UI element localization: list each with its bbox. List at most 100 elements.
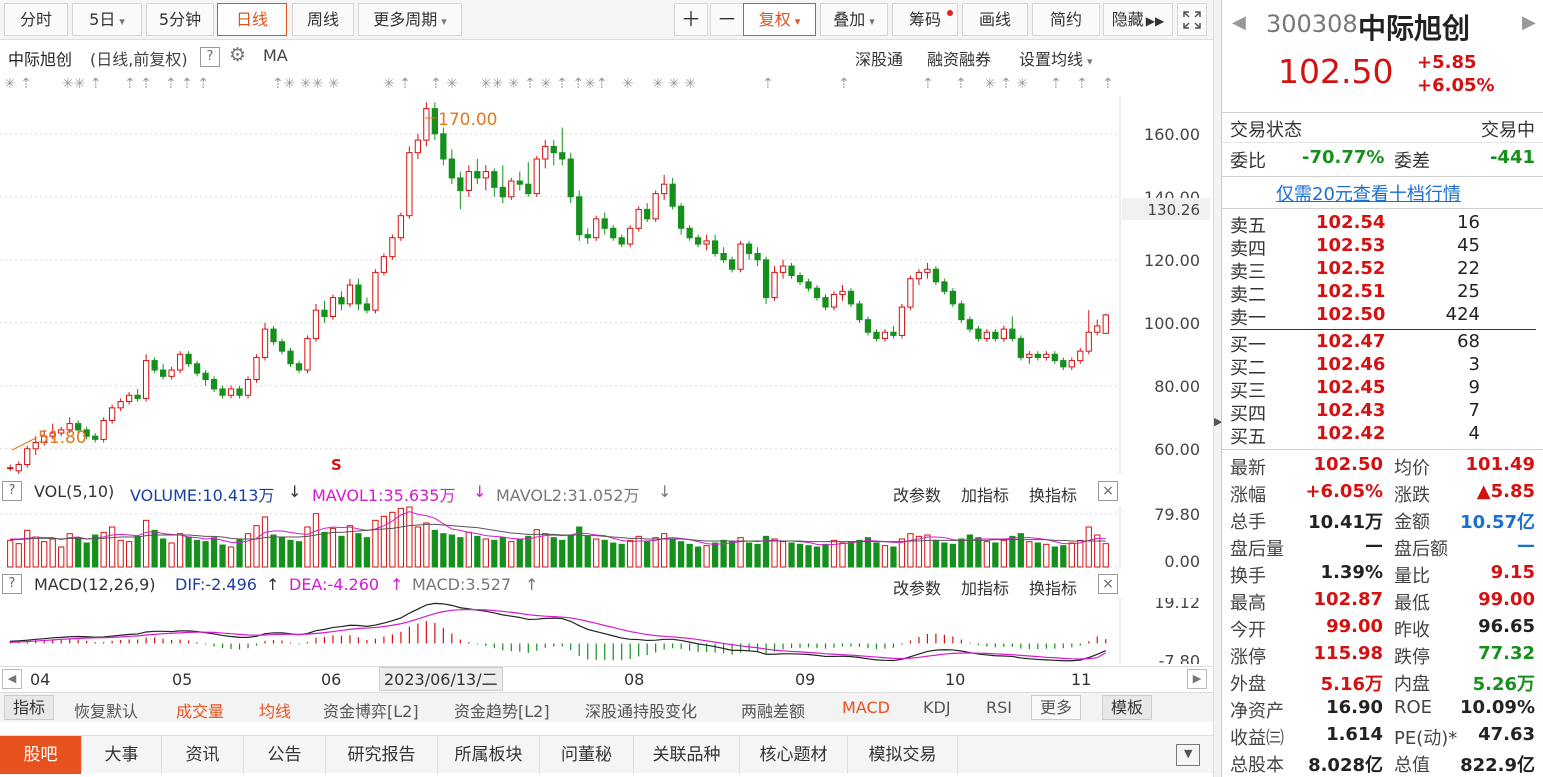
tab-sectors[interactable]: 所属板块 — [438, 736, 540, 774]
zoom-in-button[interactable]: ＋ — [674, 3, 708, 36]
indicator-macd-tab[interactable]: MACD — [842, 698, 890, 717]
vol-help-button[interactable]: ? — [2, 481, 22, 501]
adjust-dropdown[interactable]: 复权 — [743, 3, 816, 36]
indicator-ma-tab[interactable]: 均线 — [259, 698, 291, 722]
ma-settings-dropdown[interactable]: 设置均线 — [1019, 46, 1093, 70]
overlay-dropdown[interactable]: 叠加 — [820, 3, 888, 36]
order-book-row[interactable]: 卖三 102.52 22 — [1222, 258, 1543, 283]
period-weekly-button[interactable]: 周线 — [292, 3, 354, 36]
period-intraday-button[interactable]: 分时 — [4, 3, 68, 36]
candlestick-chart[interactable]: 160.00140.00120.00100.0080.0060.00 130.2… — [0, 96, 1213, 474]
event-mark[interactable]: ⇡ — [1050, 76, 1062, 92]
event-mark[interactable]: ✳ ⇡ ✳ — [984, 76, 1028, 92]
prev-stock-button[interactable]: ◀ — [1232, 12, 1246, 33]
event-mark[interactable]: ⇡ ✳ — [430, 76, 458, 92]
more-periods-button[interactable]: 更多周期 — [358, 3, 462, 36]
event-mark[interactable]: ✳ ⇡ — [383, 76, 411, 92]
volume-bar — [720, 539, 727, 568]
gear-icon[interactable]: ⚙ — [229, 44, 246, 66]
indicator-volume-tab[interactable]: 成交量 — [176, 698, 224, 722]
event-mark[interactable]: ⇡ — [762, 76, 774, 92]
tab-research[interactable]: 研究报告 — [326, 736, 438, 774]
order-book-row[interactable]: 卖一 102.50 424 — [1222, 304, 1543, 329]
volume-bar — [1068, 542, 1075, 568]
ma-indicator-label[interactable]: MA — [263, 46, 288, 65]
indicator-margin-diff-tab[interactable]: 两融差额 — [741, 698, 805, 722]
event-mark[interactable]: ⇡ — [1102, 76, 1114, 92]
period-daily-button[interactable]: 日线 — [217, 3, 287, 36]
event-mark[interactable]: ✳✳ ⇡ — [62, 76, 102, 92]
margin-trading-link[interactable]: 融资融券 — [927, 46, 991, 70]
macd-edit-params-button[interactable]: 改参数 — [893, 575, 941, 599]
sz-connect-link[interactable]: 深股通 — [855, 46, 903, 70]
hide-panel-button[interactable]: 隐藏 ▶▶ — [1103, 3, 1173, 36]
macd-add-indicator-button[interactable]: 加指标 — [961, 575, 1009, 599]
event-mark[interactable]: ✳ ✳ ✳ — [652, 76, 696, 92]
event-mark[interactable]: ⇡ ⇡ ⇡ — [165, 76, 209, 92]
event-mark[interactable]: ⇡ — [955, 76, 967, 92]
vol-close-button[interactable]: × — [1098, 481, 1118, 501]
chips-button[interactable]: 筹码 — [892, 3, 958, 36]
simple-mode-button[interactable]: 简约 — [1032, 3, 1100, 36]
event-mark[interactable]: ⇡ — [838, 76, 850, 92]
tab-core-themes[interactable]: 核心题材 — [740, 736, 848, 774]
vol-edit-params-button[interactable]: 改参数 — [893, 482, 941, 506]
event-mark[interactable]: ✳ ⇡ — [4, 76, 32, 92]
event-mark[interactable]: ✳✳ ✳ ⇡ — [480, 76, 536, 92]
vol-switch-indicator-button[interactable]: 换指标 — [1029, 482, 1077, 506]
indicator-sz-holding-tab[interactable]: 深股通持股变化 — [585, 698, 697, 722]
event-mark[interactable]: ⇡ — [1076, 76, 1088, 92]
level10-promo-link[interactable]: 仅需20元查看十档行情 — [1276, 180, 1461, 206]
tab-news[interactable]: 资讯 — [162, 736, 244, 774]
order-book-row[interactable]: 买五 102.42 4 — [1222, 423, 1543, 448]
macd-switch-indicator-button[interactable]: 换指标 — [1029, 575, 1077, 599]
order-book-row[interactable]: 卖四 102.53 45 — [1222, 235, 1543, 260]
event-mark[interactable]: ⇡ — [922, 76, 934, 92]
volume-chart[interactable]: 79.80 0.00 — [0, 506, 1213, 568]
indicator-fund-trend-tab[interactable]: 资金趋势[L2] — [454, 698, 550, 722]
reset-default-button[interactable]: 恢复默认 — [74, 698, 138, 722]
order-book-row[interactable]: 买三 102.45 9 — [1222, 377, 1543, 402]
tab-ask-secretary[interactable]: 问董秘 — [540, 736, 634, 774]
tab-simulated-trading[interactable]: 模拟交易 — [848, 736, 958, 774]
candle-body — [414, 139, 422, 154]
event-mark[interactable]: ⇡✳ ✳✳ ✳ — [272, 76, 340, 92]
order-book-row[interactable]: 卖五 102.54 16 — [1222, 212, 1543, 237]
more-indicators-button[interactable]: 更多 — [1031, 695, 1082, 720]
order-book-row[interactable]: 买二 102.46 3 — [1222, 354, 1543, 379]
indicator-menu-button[interactable]: 指标 — [4, 695, 55, 720]
macd-close-button[interactable]: × — [1098, 574, 1118, 594]
macd-chart[interactable]: 19.12 -7.80 — [0, 598, 1213, 664]
tab-events[interactable]: 大事 — [82, 736, 162, 774]
indicator-fund-game-tab[interactable]: 资金博弈[L2] — [323, 698, 419, 722]
order-book-row[interactable]: 买一 102.47 68 — [1222, 331, 1543, 356]
zoom-out-button[interactable]: － — [710, 3, 744, 36]
volume-bar — [363, 537, 371, 568]
tab-guba[interactable]: 股吧 — [0, 736, 82, 774]
order-book-row[interactable]: 卖二 102.51 25 — [1222, 281, 1543, 306]
tab-announcements[interactable]: 公告 — [244, 736, 326, 774]
tab-related[interactable]: 关联品种 — [634, 736, 740, 774]
candle-body — [550, 145, 557, 154]
period-5min-button[interactable]: 5分钟 — [146, 3, 214, 36]
indicator-kdj-tab[interactable]: KDJ — [923, 698, 951, 717]
macd-help-button[interactable]: ? — [2, 574, 22, 594]
chart-help-button[interactable]: ? — [200, 47, 220, 67]
signal-s-marker[interactable]: S — [331, 456, 342, 474]
collapse-panel-button[interactable]: ▼ — [1176, 744, 1200, 766]
template-button[interactable]: 模板 — [1102, 695, 1153, 720]
vol-add-indicator-button[interactable]: 加指标 — [961, 482, 1009, 506]
panel-splitter[interactable]: ▶ — [1213, 0, 1222, 777]
next-stock-button[interactable]: ▶ — [1522, 12, 1536, 33]
event-mark[interactable]: ✳ ⇡ ⇡✳⇡ — [540, 76, 608, 92]
scroll-right-button[interactable]: ▶ — [1187, 669, 1207, 689]
order-book-row[interactable]: 买四 102.43 7 — [1222, 400, 1543, 425]
mavol1-value: MAVOL1:35.635万 — [312, 486, 456, 505]
indicator-rsi-tab[interactable]: RSI — [986, 698, 1012, 717]
event-mark[interactable]: ⇡ ⇡ — [124, 76, 152, 92]
period-5day-button[interactable]: 5日 — [72, 3, 142, 36]
fullscreen-button[interactable] — [1177, 3, 1207, 36]
draw-line-button[interactable]: 画线 — [962, 3, 1028, 36]
event-mark[interactable]: ✳ — [622, 76, 634, 92]
scroll-left-button[interactable]: ◀ — [2, 669, 22, 689]
